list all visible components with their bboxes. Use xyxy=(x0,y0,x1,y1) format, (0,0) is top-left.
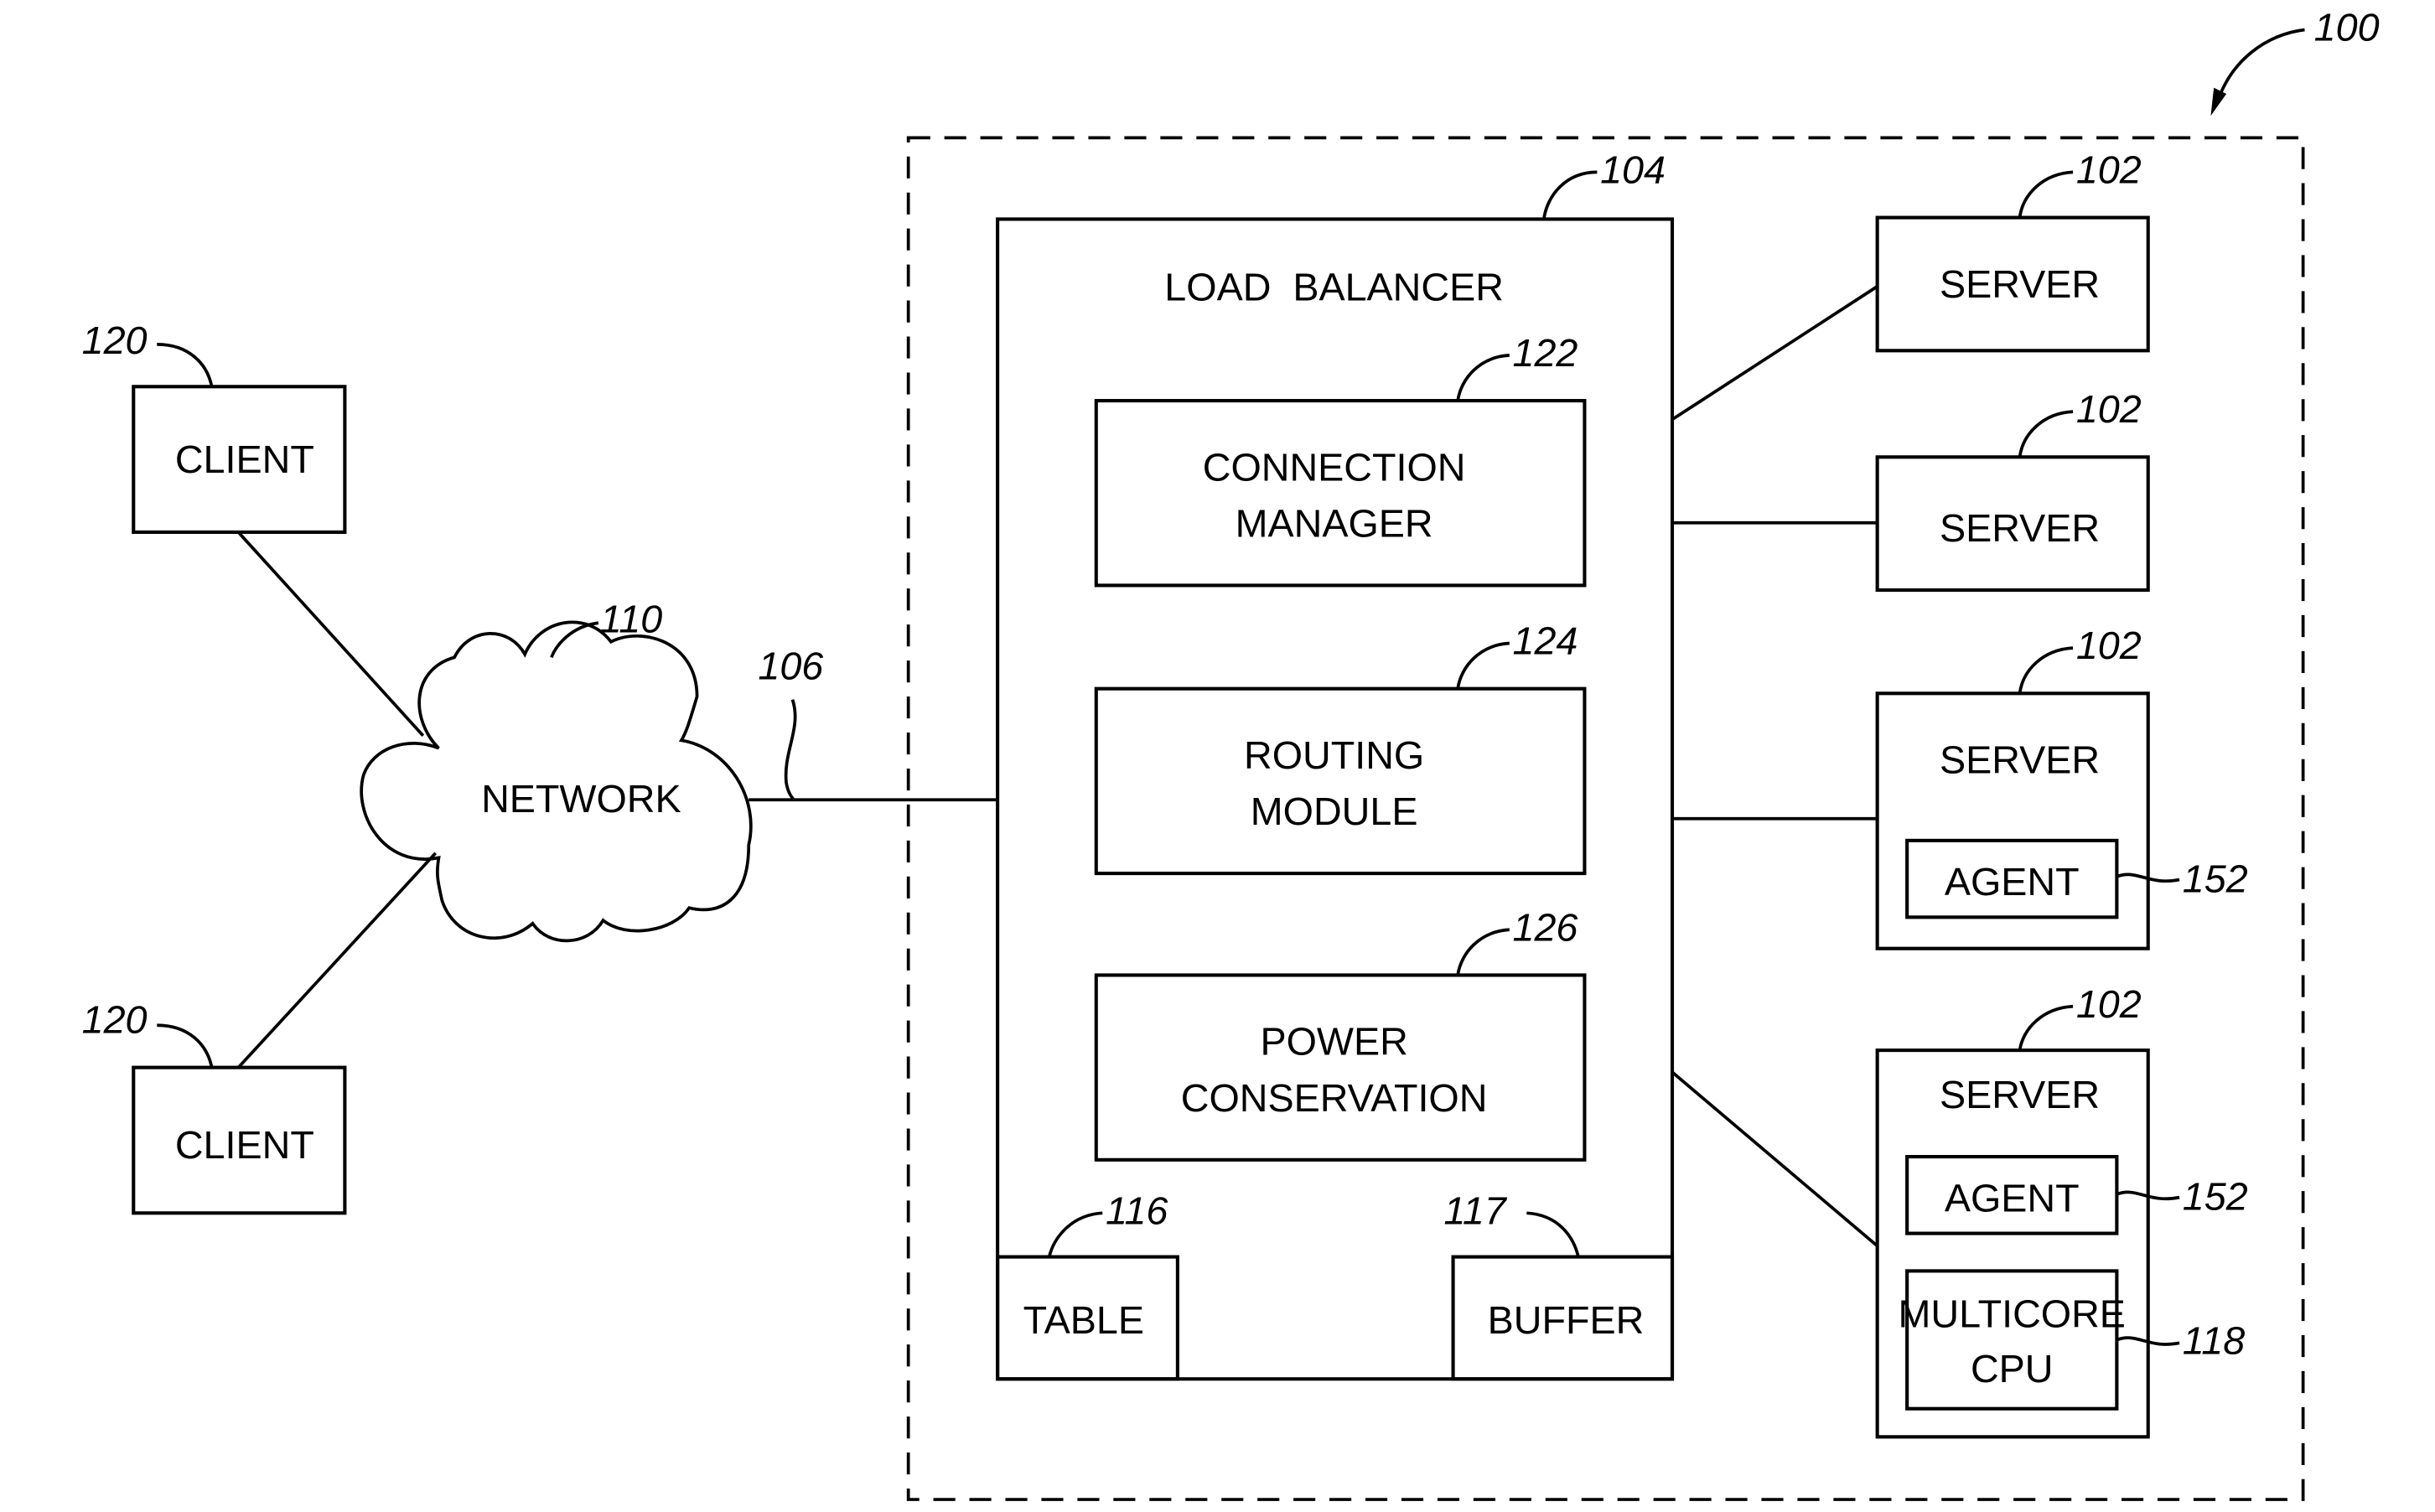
callout-arrow-line xyxy=(2215,28,2305,104)
ref-110: 110 xyxy=(600,597,662,640)
client1-network-link xyxy=(236,531,425,737)
server-box[interactable] xyxy=(1875,691,2150,950)
leader-line xyxy=(1047,1211,1103,1258)
module-label-line1: POWER xyxy=(1260,1020,1407,1064)
ref-122: 122 xyxy=(1513,331,1578,375)
ref-152: 152 xyxy=(2183,857,2248,900)
leader-line xyxy=(550,621,599,659)
table-component[interactable]: TABLE 116 xyxy=(996,1188,1179,1381)
ref-106: 106 xyxy=(758,644,823,687)
ref-100: 100 xyxy=(2314,6,2380,49)
leader-line xyxy=(2018,646,2074,694)
routing-module[interactable]: ROUTING MODULE 124 xyxy=(1094,619,1587,876)
buffer-component[interactable]: BUFFER 117 xyxy=(1443,1188,1675,1381)
server-label: SERVER xyxy=(1940,738,2100,782)
ref-118: 118 xyxy=(2183,1318,2245,1362)
leader-line xyxy=(1456,641,1510,690)
server-1[interactable]: SERVER 102 xyxy=(1875,148,2150,353)
leader-line xyxy=(2018,1004,2074,1051)
client2-network-link xyxy=(237,852,438,1069)
cpu-label-line2: CPU xyxy=(1971,1347,2054,1390)
cpu-label-line1: MULTICORE xyxy=(1899,1292,2126,1336)
leader-line xyxy=(1456,928,1510,976)
leader-line xyxy=(2018,170,2074,218)
server-label: SERVER xyxy=(1940,262,2100,306)
load-balancer-label: LOAD BALANCER xyxy=(1164,266,1504,309)
module-box[interactable] xyxy=(1094,686,1587,876)
load-balancer[interactable]: LOAD BALANCER 104 CONNECTION MANAGER 122… xyxy=(996,148,1675,1381)
buffer-label: BUFFER xyxy=(1488,1298,1645,1342)
leader-line xyxy=(157,342,214,387)
module-box[interactable] xyxy=(1094,973,1587,1162)
multicore-cpu-component[interactable]: MULTICORE CPU 118 xyxy=(1899,1269,2246,1411)
client-1[interactable]: CLIENT 120 xyxy=(82,318,347,535)
module-label-line1: ROUTING xyxy=(1244,733,1424,777)
module-label-line2: CONSERVATION xyxy=(1181,1076,1488,1120)
connection-manager-module[interactable]: CONNECTION MANAGER 122 xyxy=(1094,331,1587,588)
power-conservation-module[interactable]: POWER CONSERVATION 126 xyxy=(1094,905,1587,1162)
server-label: SERVER xyxy=(1940,506,2100,550)
lb-server1-link xyxy=(1671,285,1878,422)
table-label: TABLE xyxy=(1023,1298,1144,1342)
system-diagram: 100 CLIENT 120 CLIENT 120 NETWORK 110 10… xyxy=(82,6,2380,1501)
ref-102: 102 xyxy=(2076,148,2142,191)
server-label: SERVER xyxy=(1940,1073,2100,1116)
leader-line xyxy=(784,699,797,801)
ref-124: 124 xyxy=(1513,619,1578,663)
agent-component[interactable]: AGENT 152 xyxy=(1905,838,2248,919)
leader-line xyxy=(2018,410,2074,458)
ref-102: 102 xyxy=(2076,624,2142,667)
ref-102: 102 xyxy=(2076,982,2142,1026)
client-label: CLIENT xyxy=(175,438,314,481)
module-label-line1: CONNECTION xyxy=(1203,445,1466,489)
ref-104: 104 xyxy=(1600,148,1666,191)
leader-line xyxy=(1456,354,1510,401)
lb-server4-link xyxy=(1671,1070,1878,1247)
leader-line xyxy=(157,1023,214,1069)
system-ref-callout: 100 xyxy=(2210,6,2380,117)
network-label: NETWORK xyxy=(481,777,681,821)
ref-126: 126 xyxy=(1513,905,1578,949)
network-cloud[interactable]: NETWORK 110 xyxy=(360,597,753,943)
ref-120: 120 xyxy=(82,318,148,362)
agent-component[interactable]: AGENT 152 xyxy=(1905,1155,2248,1235)
server-2[interactable]: SERVER 102 xyxy=(1875,387,2150,593)
server-3[interactable]: SERVER 102 AGENT 152 xyxy=(1875,624,2248,950)
ref-120: 120 xyxy=(82,998,148,1042)
ref-117: 117 xyxy=(1443,1188,1507,1232)
agent-label: AGENT xyxy=(1945,1176,2080,1219)
leader-line xyxy=(1526,1211,1580,1258)
client-label: CLIENT xyxy=(175,1123,314,1167)
leader-line xyxy=(1542,170,1598,220)
arrow-head-icon xyxy=(2210,87,2227,117)
module-box[interactable] xyxy=(1094,399,1587,588)
module-label-line2: MODULE xyxy=(1251,790,1418,833)
client-2[interactable]: CLIENT 120 xyxy=(82,998,347,1215)
ref-102: 102 xyxy=(2076,387,2142,431)
ref-116: 116 xyxy=(1106,1188,1168,1232)
ref-152: 152 xyxy=(2183,1175,2248,1219)
server-4[interactable]: SERVER 102 AGENT 152 MULTICORE CPU 118 xyxy=(1875,982,2248,1439)
module-label-line2: MANAGER xyxy=(1236,502,1433,546)
agent-label: AGENT xyxy=(1945,860,2080,904)
